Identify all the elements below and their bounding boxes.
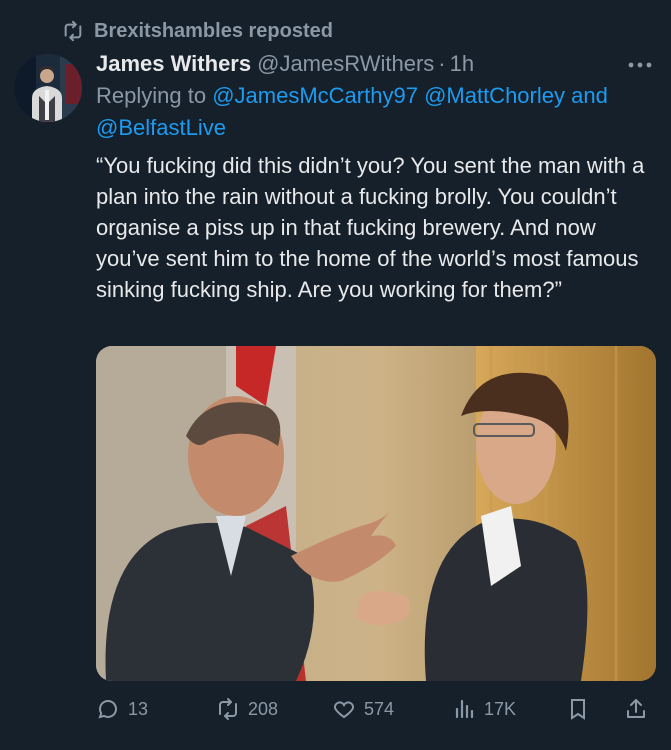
view-count: 17K [484, 698, 517, 719]
mention-link[interactable]: @MattChorley [424, 83, 565, 108]
reply-prefix: Replying to [96, 83, 207, 108]
reply-context: Replying to @JamesMcCarthy97 @MattChorle… [96, 80, 656, 144]
reply-icon [98, 700, 117, 719]
repost-icon [219, 698, 237, 720]
more-icon[interactable] [627, 52, 653, 72]
like-button[interactable]: 574 [332, 693, 394, 725]
author-name[interactable]: James Withers [96, 51, 251, 77]
tweet-header: James Withers @JamesRWithers · 1h [96, 48, 651, 80]
share-icon [627, 699, 645, 718]
repost-text: Brexitshambles reposted [94, 19, 333, 42]
repost-count: 208 [248, 698, 279, 719]
bookmark-icon [571, 699, 585, 720]
repost-icon [64, 20, 82, 42]
bookmark-button[interactable] [566, 693, 590, 725]
action-bar: 13 208 574 17K [96, 693, 656, 725]
reply-count: 13 [128, 698, 149, 719]
reply-and: and [571, 83, 608, 108]
timestamp[interactable]: 1h [450, 51, 474, 77]
tweet-photo[interactable] [96, 346, 656, 681]
reply-button[interactable]: 13 [96, 693, 148, 725]
share-button[interactable] [624, 693, 648, 725]
tweet-text: “You fucking did this didn’t you? You se… [96, 153, 645, 302]
mention-link[interactable]: @JamesMcCarthy97 [212, 83, 418, 108]
views-button[interactable]: 17K [452, 693, 516, 725]
like-count: 574 [364, 698, 395, 719]
avatar[interactable] [14, 54, 82, 122]
mention-link[interactable]: @BelfastLive [96, 115, 226, 140]
heart-icon [333, 701, 355, 719]
author-handle[interactable]: @JamesRWithers [257, 51, 434, 77]
repost-button[interactable]: 208 [216, 693, 278, 725]
repost-context[interactable]: Brexitshambles reposted [62, 18, 333, 44]
separator-dot: · [438, 51, 446, 76]
analytics-icon [455, 699, 474, 719]
